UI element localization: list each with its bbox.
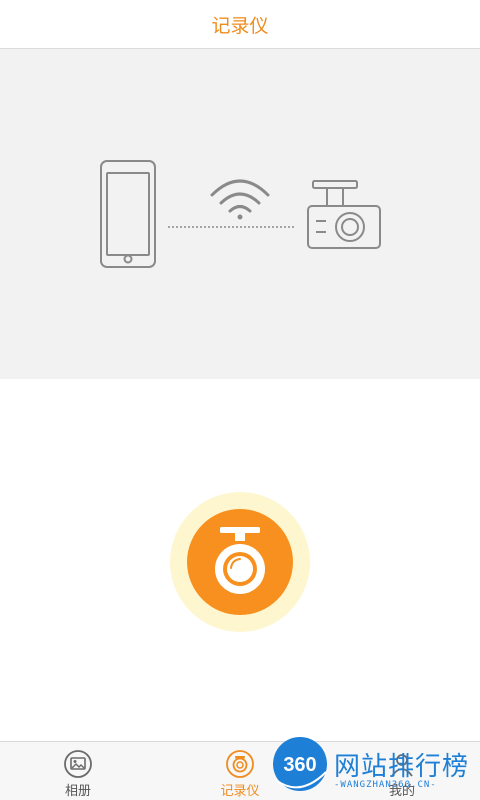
connection-illustration bbox=[0, 49, 480, 379]
page-title: 记录仪 bbox=[211, 14, 269, 37]
album-icon bbox=[64, 750, 92, 778]
tab-album-label: 相册 bbox=[64, 784, 91, 799]
tab-recorder-label: 记录仪 bbox=[220, 784, 260, 799]
dashcam-icon bbox=[170, 492, 310, 632]
watermark-subtext: -WANGZHAN360.CN- bbox=[334, 780, 437, 790]
watermark-badge-icon: 360 bbox=[273, 737, 327, 791]
wifi-icon bbox=[210, 179, 270, 220]
illustration-graphic bbox=[100, 160, 381, 268]
watermark-logo: 360 网站排行榜 -WANGZHAN360.CN- bbox=[270, 736, 478, 796]
connect-recorder-button[interactable] bbox=[170, 492, 310, 632]
watermark-text: 网站排行榜 bbox=[334, 752, 470, 782]
top-bar: 记录仪 bbox=[0, 0, 480, 49]
tab-recorder[interactable]: 记录仪 bbox=[200, 742, 280, 800]
smartphone-icon bbox=[100, 160, 156, 268]
recorder-icon bbox=[226, 750, 254, 778]
dashcam-icon bbox=[307, 180, 381, 249]
tab-album[interactable]: 相册 bbox=[38, 742, 118, 800]
watermark-badge-text: 360 bbox=[283, 754, 316, 776]
